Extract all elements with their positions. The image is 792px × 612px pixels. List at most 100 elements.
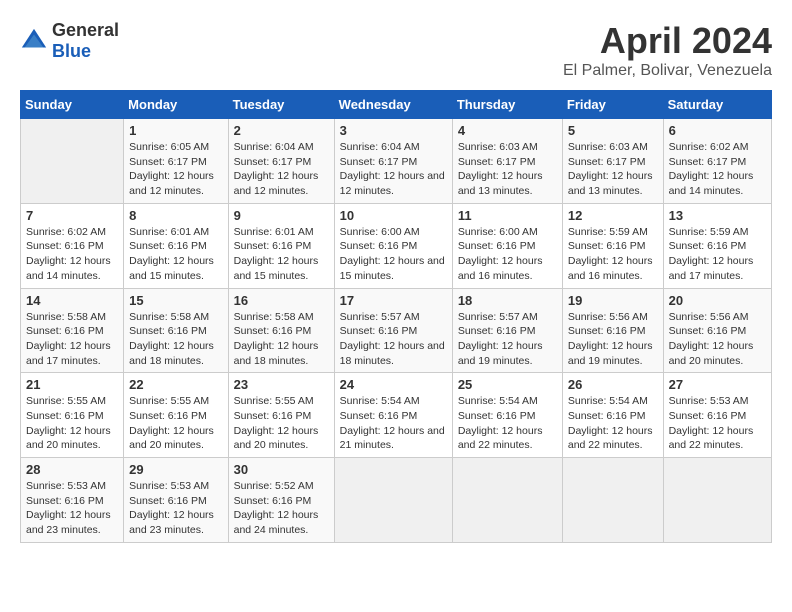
calendar-cell: 21Sunrise: 5:55 AMSunset: 6:16 PMDayligh… (21, 373, 124, 458)
calendar-cell: 2 Sunrise: 6:04 AMSunset: 6:17 PMDaylight… (228, 119, 334, 204)
calendar-cell (562, 458, 663, 543)
day-info: Sunrise: 6:02 AMSunset: 6:17 PMDaylight:… (669, 140, 766, 199)
day-number: 15 (129, 293, 222, 308)
day-info: Sunrise: 5:54 AMSunset: 6:16 PMDaylight:… (340, 394, 447, 453)
calendar-cell: 26 Sunrise: 5:54 AMSunset: 6:16 PMDayligh… (562, 373, 663, 458)
calendar-cell: 28Sunrise: 5:53 AMSunset: 6:16 PMDayligh… (21, 458, 124, 543)
calendar-cell: 3 Sunrise: 6:04 AMSunset: 6:17 PMDaylight… (334, 119, 452, 204)
title-area: April 2024 El Palmer, Bolivar, Venezuela (563, 20, 772, 80)
day-number: 8 (129, 208, 222, 223)
day-number: 24 (340, 377, 447, 392)
calendar-cell: 22 Sunrise: 5:55 AMSunset: 6:16 PMDayligh… (124, 373, 228, 458)
day-number: 9 (234, 208, 329, 223)
day-number: 10 (340, 208, 447, 223)
weekday-header: Sunday (21, 91, 124, 119)
calendar-cell: 11Sunrise: 6:00 AMSunset: 6:16 PMDayligh… (452, 203, 562, 288)
day-info: Sunrise: 6:03 AMSunset: 6:17 PMDaylight:… (568, 140, 658, 199)
calendar-cell: 15 Sunrise: 5:58 AMSunset: 6:16 PMDayligh… (124, 288, 228, 373)
calendar-cell (452, 458, 562, 543)
day-number: 23 (234, 377, 329, 392)
calendar-cell: 30 Sunrise: 5:52 AMSunset: 6:16 PMDayligh… (228, 458, 334, 543)
day-info: Sunrise: 5:52 AMSunset: 6:16 PMDaylight:… (234, 479, 329, 538)
calendar-cell (663, 458, 771, 543)
day-info: Sunrise: 5:57 AMSunset: 6:16 PMDaylight:… (458, 310, 557, 369)
calendar-week-row: 28Sunrise: 5:53 AMSunset: 6:16 PMDayligh… (21, 458, 772, 543)
logo-blue: Blue (52, 41, 91, 61)
logo-icon (20, 27, 48, 55)
logo: General Blue (20, 20, 119, 62)
day-number: 14 (26, 293, 118, 308)
calendar-cell: 6 Sunrise: 6:02 AMSunset: 6:17 PMDaylight… (663, 119, 771, 204)
day-info: Sunrise: 5:55 AMSunset: 6:16 PMDaylight:… (26, 394, 118, 453)
day-info: Sunrise: 5:58 AMSunset: 6:16 PMDaylight:… (129, 310, 222, 369)
day-number: 6 (669, 123, 766, 138)
calendar-cell: 4 Sunrise: 6:03 AMSunset: 6:17 PMDaylight… (452, 119, 562, 204)
calendar-week-row: 14 Sunrise: 5:58 AMSunset: 6:16 PMDayligh… (21, 288, 772, 373)
day-number: 26 (568, 377, 658, 392)
calendar-cell: 5 Sunrise: 6:03 AMSunset: 6:17 PMDaylight… (562, 119, 663, 204)
day-number: 18 (458, 293, 557, 308)
day-number: 29 (129, 462, 222, 477)
day-number: 3 (340, 123, 447, 138)
calendar-cell: 18 Sunrise: 5:57 AMSunset: 6:16 PMDayligh… (452, 288, 562, 373)
calendar-cell: 29 Sunrise: 5:53 AMSunset: 6:16 PMDayligh… (124, 458, 228, 543)
calendar-table: SundayMondayTuesdayWednesdayThursdayFrid… (20, 90, 772, 543)
day-number: 12 (568, 208, 658, 223)
calendar-cell: 23 Sunrise: 5:55 AMSunset: 6:16 PMDayligh… (228, 373, 334, 458)
day-info: Sunrise: 6:00 AMSunset: 6:16 PMDaylight:… (458, 225, 557, 284)
day-number: 2 (234, 123, 329, 138)
day-info: Sunrise: 5:59 AMSunset: 6:16 PMDaylight:… (669, 225, 766, 284)
calendar-cell: 20Sunrise: 5:56 AMSunset: 6:16 PMDayligh… (663, 288, 771, 373)
weekday-header: Wednesday (334, 91, 452, 119)
day-number: 27 (669, 377, 766, 392)
weekday-header: Monday (124, 91, 228, 119)
day-info: Sunrise: 5:58 AMSunset: 6:16 PMDaylight:… (234, 310, 329, 369)
day-info: Sunrise: 5:55 AMSunset: 6:16 PMDaylight:… (129, 394, 222, 453)
calendar-cell: 9Sunrise: 6:01 AMSunset: 6:16 PMDaylight… (228, 203, 334, 288)
calendar-week-row: 7 Sunrise: 6:02 AMSunset: 6:16 PMDaylight… (21, 203, 772, 288)
day-info: Sunrise: 5:59 AMSunset: 6:16 PMDaylight:… (568, 225, 658, 284)
day-number: 22 (129, 377, 222, 392)
calendar-cell: 13 Sunrise: 5:59 AMSunset: 6:16 PMDayligh… (663, 203, 771, 288)
calendar-cell (334, 458, 452, 543)
weekday-header: Thursday (452, 91, 562, 119)
calendar-cell: 27 Sunrise: 5:53 AMSunset: 6:16 PMDayligh… (663, 373, 771, 458)
calendar-week-row: 21Sunrise: 5:55 AMSunset: 6:16 PMDayligh… (21, 373, 772, 458)
weekday-header: Tuesday (228, 91, 334, 119)
calendar-cell: 25Sunrise: 5:54 AMSunset: 6:16 PMDayligh… (452, 373, 562, 458)
calendar-cell: 16 Sunrise: 5:58 AMSunset: 6:16 PMDayligh… (228, 288, 334, 373)
logo-general: General (52, 20, 119, 40)
day-info: Sunrise: 5:55 AMSunset: 6:16 PMDaylight:… (234, 394, 329, 453)
weekday-header: Saturday (663, 91, 771, 119)
day-info: Sunrise: 5:54 AMSunset: 6:16 PMDaylight:… (568, 394, 658, 453)
calendar-cell: 12 Sunrise: 5:59 AMSunset: 6:16 PMDayligh… (562, 203, 663, 288)
day-number: 25 (458, 377, 557, 392)
header-row: SundayMondayTuesdayWednesdayThursdayFrid… (21, 91, 772, 119)
day-info: Sunrise: 6:03 AMSunset: 6:17 PMDaylight:… (458, 140, 557, 199)
day-number: 7 (26, 208, 118, 223)
calendar-cell: 7 Sunrise: 6:02 AMSunset: 6:16 PMDaylight… (21, 203, 124, 288)
day-info: Sunrise: 6:05 AMSunset: 6:17 PMDaylight:… (129, 140, 222, 199)
day-info: Sunrise: 5:53 AMSunset: 6:16 PMDaylight:… (129, 479, 222, 538)
calendar-cell: 24 Sunrise: 5:54 AMSunset: 6:16 PMDayligh… (334, 373, 452, 458)
day-info: Sunrise: 6:02 AMSunset: 6:16 PMDaylight:… (26, 225, 118, 284)
day-info: Sunrise: 5:53 AMSunset: 6:16 PMDaylight:… (669, 394, 766, 453)
calendar-cell: 10 Sunrise: 6:00 AMSunset: 6:16 PMDayligh… (334, 203, 452, 288)
calendar-cell: 19Sunrise: 5:56 AMSunset: 6:16 PMDayligh… (562, 288, 663, 373)
calendar-cell: 8Sunrise: 6:01 AMSunset: 6:16 PMDaylight… (124, 203, 228, 288)
day-number: 5 (568, 123, 658, 138)
day-number: 30 (234, 462, 329, 477)
day-info: Sunrise: 6:04 AMSunset: 6:17 PMDaylight:… (234, 140, 329, 199)
calendar-cell: 1Sunrise: 6:05 AMSunset: 6:17 PMDaylight… (124, 119, 228, 204)
header: General Blue April 2024 El Palmer, Boliv… (20, 20, 772, 80)
day-info: Sunrise: 5:53 AMSunset: 6:16 PMDaylight:… (26, 479, 118, 538)
day-number: 4 (458, 123, 557, 138)
weekday-header: Friday (562, 91, 663, 119)
day-number: 16 (234, 293, 329, 308)
day-number: 13 (669, 208, 766, 223)
day-info: Sunrise: 6:00 AMSunset: 6:16 PMDaylight:… (340, 225, 447, 284)
day-info: Sunrise: 6:04 AMSunset: 6:17 PMDaylight:… (340, 140, 447, 199)
day-info: Sunrise: 5:57 AMSunset: 6:16 PMDaylight:… (340, 310, 447, 369)
day-number: 19 (568, 293, 658, 308)
main-title: April 2024 (563, 20, 772, 62)
